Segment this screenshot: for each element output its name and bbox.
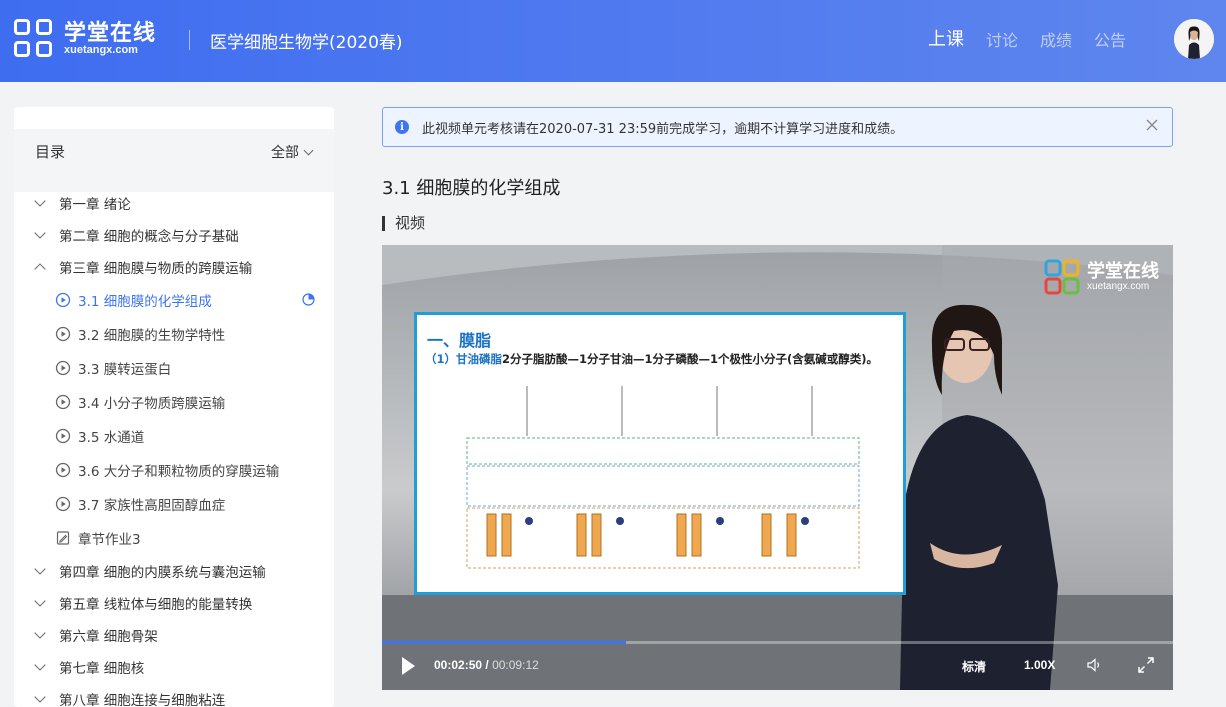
logo-icon [1044, 259, 1080, 295]
slide-sub-label: （1）甘油磷脂 [425, 352, 503, 366]
time-display: 00:02:50 / 00:09:12 [434, 658, 539, 672]
lesson-item[interactable]: 3.7 家族性高胆固醇血症 [14, 487, 334, 521]
play-circle-icon [55, 326, 71, 342]
lesson-item[interactable]: 3.6 大分子和颗粒物质的穿膜运输 [14, 453, 334, 487]
play-circle-icon [55, 462, 71, 478]
chapter-item[interactable]: 第七章 细胞核 [14, 651, 334, 683]
phospholipid-diagram [466, 386, 860, 569]
play-circle-icon [55, 360, 71, 376]
chevron-down-icon [303, 145, 314, 156]
chapter-label: 第五章 线粒体与细胞的能量转换 [59, 597, 253, 613]
notice-text: 此视频单元考核请在2020-07-31 23:59前完成学习，逾期不计算学习进度… [422, 121, 904, 137]
chapter-sidebar: 目录 全部 第一章 绪论 第二章 细胞的概念与分子基础 第三章 细胞膜与物质的跨… [14, 107, 334, 707]
slide-subtitle: （1）甘油磷脂2分子脂肪酸—1分子甘油—1分子磷酸—1个极性小分子(含氨碱或醇类… [425, 351, 878, 367]
chapter-tree: 第一章 绪论 第二章 细胞的概念与分子基础 第三章 细胞膜与物质的跨膜运输 3.… [14, 187, 334, 707]
logo-icon [14, 19, 54, 59]
lesson-label: 3.7 家族性高胆固醇血症 [78, 498, 226, 514]
chevron-down-icon [34, 691, 46, 703]
chapter-label: 第六章 细胞骨架 [59, 629, 158, 645]
chapter-item[interactable]: 第二章 细胞的概念与分子基础 [14, 219, 334, 251]
lesson-item[interactable]: 3.5 水通道 [14, 419, 334, 453]
chapter-item[interactable]: 第六章 细胞骨架 [14, 619, 334, 651]
player-controls: 00:02:50 / 00:09:12 标清 1.00X [382, 641, 1173, 690]
slide-title: 一、膜脂 [427, 331, 492, 350]
chapter-item[interactable]: 第五章 线粒体与细胞的能量转换 [14, 587, 334, 619]
progress-pie-icon [302, 293, 315, 306]
chapter-label: 第三章 细胞膜与物质的跨膜运输 [59, 261, 253, 277]
chevron-down-icon [34, 227, 46, 239]
chapter-item-open[interactable]: 第三章 细胞膜与物质的跨膜运输 [14, 251, 334, 283]
homework-label: 章节作业3 [78, 532, 141, 548]
speed-selector[interactable]: 1.00X [1024, 658, 1055, 672]
volume-icon[interactable] [1085, 656, 1103, 674]
chapter-label: 第七章 细胞核 [59, 661, 145, 677]
chapter-label: 第二章 细胞的概念与分子基础 [59, 229, 239, 245]
quality-selector[interactable]: 标清 [962, 658, 986, 675]
filter-label: 全部 [271, 145, 299, 161]
current-time: 00:02:50 [434, 658, 483, 672]
play-circle-icon [55, 496, 71, 512]
play-circle-icon [55, 428, 71, 444]
filter-dropdown[interactable]: 全部 [271, 142, 314, 162]
progress-bar[interactable] [382, 641, 1173, 644]
fullscreen-icon[interactable] [1137, 656, 1155, 674]
nav-announcements[interactable]: 公告 [1094, 27, 1126, 51]
chevron-down-icon [34, 659, 46, 671]
lesson-label: 3.5 水通道 [78, 430, 145, 446]
lecture-slide: 一、膜脂 （1）甘油磷脂2分子脂肪酸—1分子甘油—1分子磷酸—1个极性小分子(含… [414, 312, 906, 595]
lesson-label: 3.4 小分子物质跨膜运输 [78, 396, 226, 412]
video-player[interactable]: 学堂在线 xuetangx.com 一、膜脂 （1）甘油磷脂2分子脂肪酸—1分子… [382, 245, 1173, 690]
chevron-down-icon [34, 595, 46, 607]
play-circle-icon [55, 292, 71, 308]
watermark-cn: 学堂在线 [1087, 260, 1159, 282]
lesson-label: 3.3 膜转运蛋白 [78, 362, 172, 378]
nav-discussion[interactable]: 讨论 [986, 27, 1018, 51]
sidebar-title: 目录 [35, 143, 66, 161]
slide-sub-text: 2分子脂肪酸—1分子甘油—1分子磷酸—1个极性小分子(含氨碱或醇类)。 [502, 352, 879, 366]
play-circle-icon [55, 394, 71, 410]
chapter-label: 第四章 细胞的内膜系统与囊泡运输 [59, 565, 266, 581]
lesson-label: 3.2 细胞膜的生物学特性 [78, 328, 226, 344]
lesson-label: 3.1 细胞膜的化学组成 [78, 294, 212, 310]
time-separator: / [485, 658, 489, 672]
main-nav: 上课 讨论 成绩 公告 [928, 27, 1126, 51]
sidebar-header: 目录 全部 [14, 107, 334, 192]
lesson-item[interactable]: 3.3 膜转运蛋白 [14, 351, 334, 385]
chapter-item[interactable]: 第四章 细胞的内膜系统与囊泡运输 [14, 555, 334, 587]
section-label: 视频 [382, 216, 425, 231]
homework-item[interactable]: 章节作业3 [14, 521, 334, 555]
watermark-en: xuetangx.com [1087, 281, 1150, 293]
nav-class[interactable]: 上课 [928, 25, 964, 51]
site-logo[interactable]: 学堂在线 xuetangx.com [14, 19, 156, 59]
chevron-up-icon [34, 263, 46, 275]
nav-grades[interactable]: 成绩 [1040, 27, 1072, 51]
chapter-label: 第一章 绪论 [59, 197, 131, 213]
deadline-notice: i 此视频单元考核请在2020-07-31 23:59前完成学习，逾期不计算学习… [382, 107, 1173, 147]
top-header: 学堂在线 xuetangx.com 医学细胞生物学(2020春) 上课 讨论 成… [0, 0, 1226, 82]
lesson-label: 3.6 大分子和颗粒物质的穿膜运输 [78, 464, 280, 480]
total-time: 00:09:12 [492, 658, 539, 672]
header-divider [189, 30, 190, 50]
lesson-item[interactable]: 3.4 小分子物质跨膜运输 [14, 385, 334, 419]
progress-fill [382, 641, 626, 644]
chevron-down-icon [34, 195, 46, 207]
close-icon[interactable] [1145, 118, 1159, 132]
chapter-item[interactable]: 第八章 细胞连接与细胞粘连 [14, 683, 334, 707]
chevron-down-icon [34, 563, 46, 575]
user-avatar[interactable] [1174, 19, 1214, 59]
info-icon: i [395, 120, 409, 134]
lesson-item[interactable]: 3.2 细胞膜的生物学特性 [14, 317, 334, 351]
logo-text-en: xuetangx.com [64, 43, 138, 56]
video-watermark: 学堂在线 xuetangx.com [1044, 259, 1159, 295]
chapter-item[interactable]: 第一章 绪论 [14, 187, 334, 219]
course-title[interactable]: 医学细胞生物学(2020春) [210, 28, 403, 53]
play-icon[interactable] [400, 656, 416, 676]
chevron-down-icon [34, 627, 46, 639]
logo-text-cn: 学堂在线 [64, 20, 157, 46]
edit-doc-icon [56, 531, 70, 545]
lesson-item-active[interactable]: 3.1 细胞膜的化学组成 [14, 283, 334, 317]
lesson-title: 3.1 细胞膜的化学组成 [382, 178, 561, 199]
chapter-label: 第八章 细胞连接与细胞粘连 [59, 693, 226, 707]
